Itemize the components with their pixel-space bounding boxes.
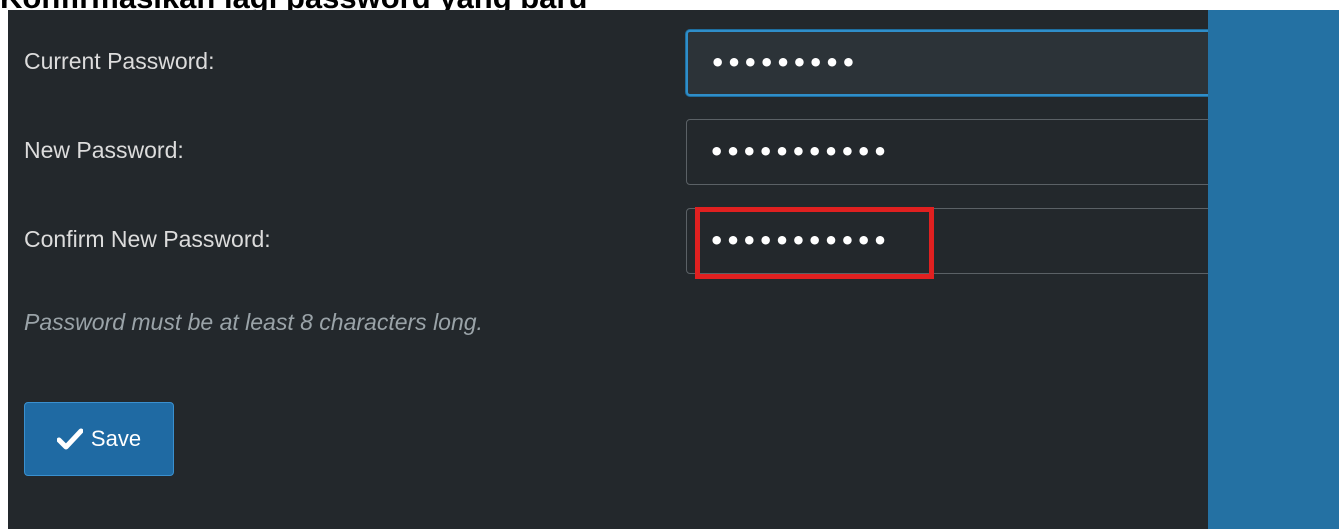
current-password-input[interactable]: ••••••••• bbox=[686, 30, 1208, 96]
checkmark-icon bbox=[56, 428, 83, 450]
confirm-password-label: Confirm New Password: bbox=[24, 226, 271, 252]
current-password-label: Current Password: bbox=[24, 48, 215, 74]
change-password-form: Current Password: ••••••••• New Password… bbox=[8, 10, 1208, 529]
new-password-input[interactable]: ••••••••••• bbox=[686, 119, 1208, 185]
password-hint: Password must be at least 8 characters l… bbox=[24, 309, 483, 335]
new-password-value: ••••••••••• bbox=[709, 138, 889, 166]
current-password-value: ••••••••• bbox=[710, 49, 858, 77]
new-password-label: New Password: bbox=[24, 137, 184, 163]
confirm-password-input[interactable]: ••••••••••• bbox=[686, 208, 1208, 274]
save-button[interactable]: Save bbox=[24, 402, 174, 476]
save-button-label: Save bbox=[90, 426, 142, 451]
side-panel bbox=[1208, 10, 1339, 529]
caption-title: Konfirmasikan lagi password yang baru bbox=[0, 0, 587, 13]
confirm-password-value: ••••••••••• bbox=[709, 227, 889, 255]
